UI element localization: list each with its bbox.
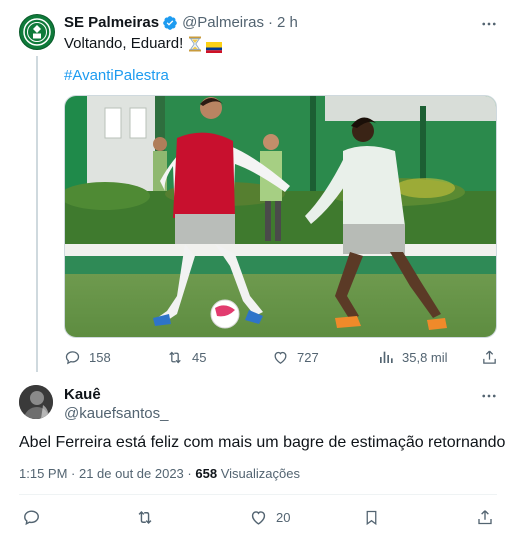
tweet-more-button[interactable] (479, 14, 499, 34)
analytics-icon (380, 351, 393, 363)
more-icon (482, 22, 496, 26)
bookmark-icon (366, 510, 377, 525)
tweet-photo[interactable] (64, 95, 497, 338)
palmeiras-avatar[interactable] (19, 14, 55, 50)
header-separator: · (267, 14, 273, 31)
reply-timestamp[interactable]: 1:15 PM · 21 de out de 2023 · (19, 466, 192, 481)
hashtag-link[interactable]: #AvantiPalestra (64, 66, 169, 86)
retweet-action[interactable]: 45 (166, 347, 206, 367)
tweet-header: SE Palmeiras @Palmeiras · 2 h (64, 14, 298, 32)
colombia-flag-icon (206, 39, 223, 53)
reply-like-action[interactable]: 20 (249, 506, 290, 528)
palmeiras-logo-icon (23, 18, 51, 46)
heart-icon (251, 510, 266, 525)
reply-more-button[interactable] (479, 386, 499, 406)
reply-views-label: Visualizações (220, 466, 300, 481)
reply-like-count: 20 (276, 509, 291, 525)
retweet-count: 45 (192, 349, 207, 365)
reply-count: 158 (89, 349, 111, 365)
avatar-photo (19, 385, 53, 419)
like-count: 727 (297, 349, 319, 365)
tweet-body: Voltando, Eduard! (64, 35, 184, 52)
like-action[interactable]: 727 (272, 347, 319, 367)
kaue-avatar[interactable] (19, 385, 53, 419)
reply-text: Abel Ferreira está feliz com mais um bag… (19, 434, 506, 451)
share-icon (483, 350, 496, 364)
training-photo (65, 96, 496, 337)
bookmark-action[interactable] (363, 506, 380, 528)
thread-connector-line (36, 56, 38, 372)
author-name[interactable]: SE Palmeiras (64, 14, 159, 32)
reply-author-handle[interactable]: @kauefsantos_ (64, 405, 168, 423)
reply-share-action[interactable] (476, 506, 494, 528)
reply-author-name[interactable]: Kauê (64, 386, 101, 404)
comment-icon (65, 350, 80, 364)
tweet-time[interactable]: 2 h (277, 14, 298, 32)
comment-icon (24, 509, 39, 525)
share-icon (478, 509, 492, 524)
author-handle[interactable]: @Palmeiras (182, 14, 264, 32)
reply-action[interactable]: 158 (64, 347, 111, 367)
reply-meta: 1:15 PM · 21 de out de 2023 · 658 Visual… (19, 465, 300, 483)
reply-retweet-action[interactable] (135, 506, 155, 528)
views-action[interactable]: 35,8 mil (378, 347, 448, 367)
retweet-icon (138, 510, 152, 524)
verified-badge-icon (163, 16, 177, 30)
views-count: 35,8 mil (402, 349, 448, 365)
reply-views-count: 658 (195, 466, 218, 481)
hourglass-icon (189, 36, 202, 52)
retweet-icon (169, 351, 181, 363)
heart-icon (274, 351, 287, 364)
more-icon (482, 394, 496, 398)
divider (19, 494, 497, 495)
tweet-text: Voltando, Eduard! (64, 34, 223, 54)
reply-reply-action[interactable] (22, 506, 41, 528)
share-action[interactable] (481, 347, 498, 367)
